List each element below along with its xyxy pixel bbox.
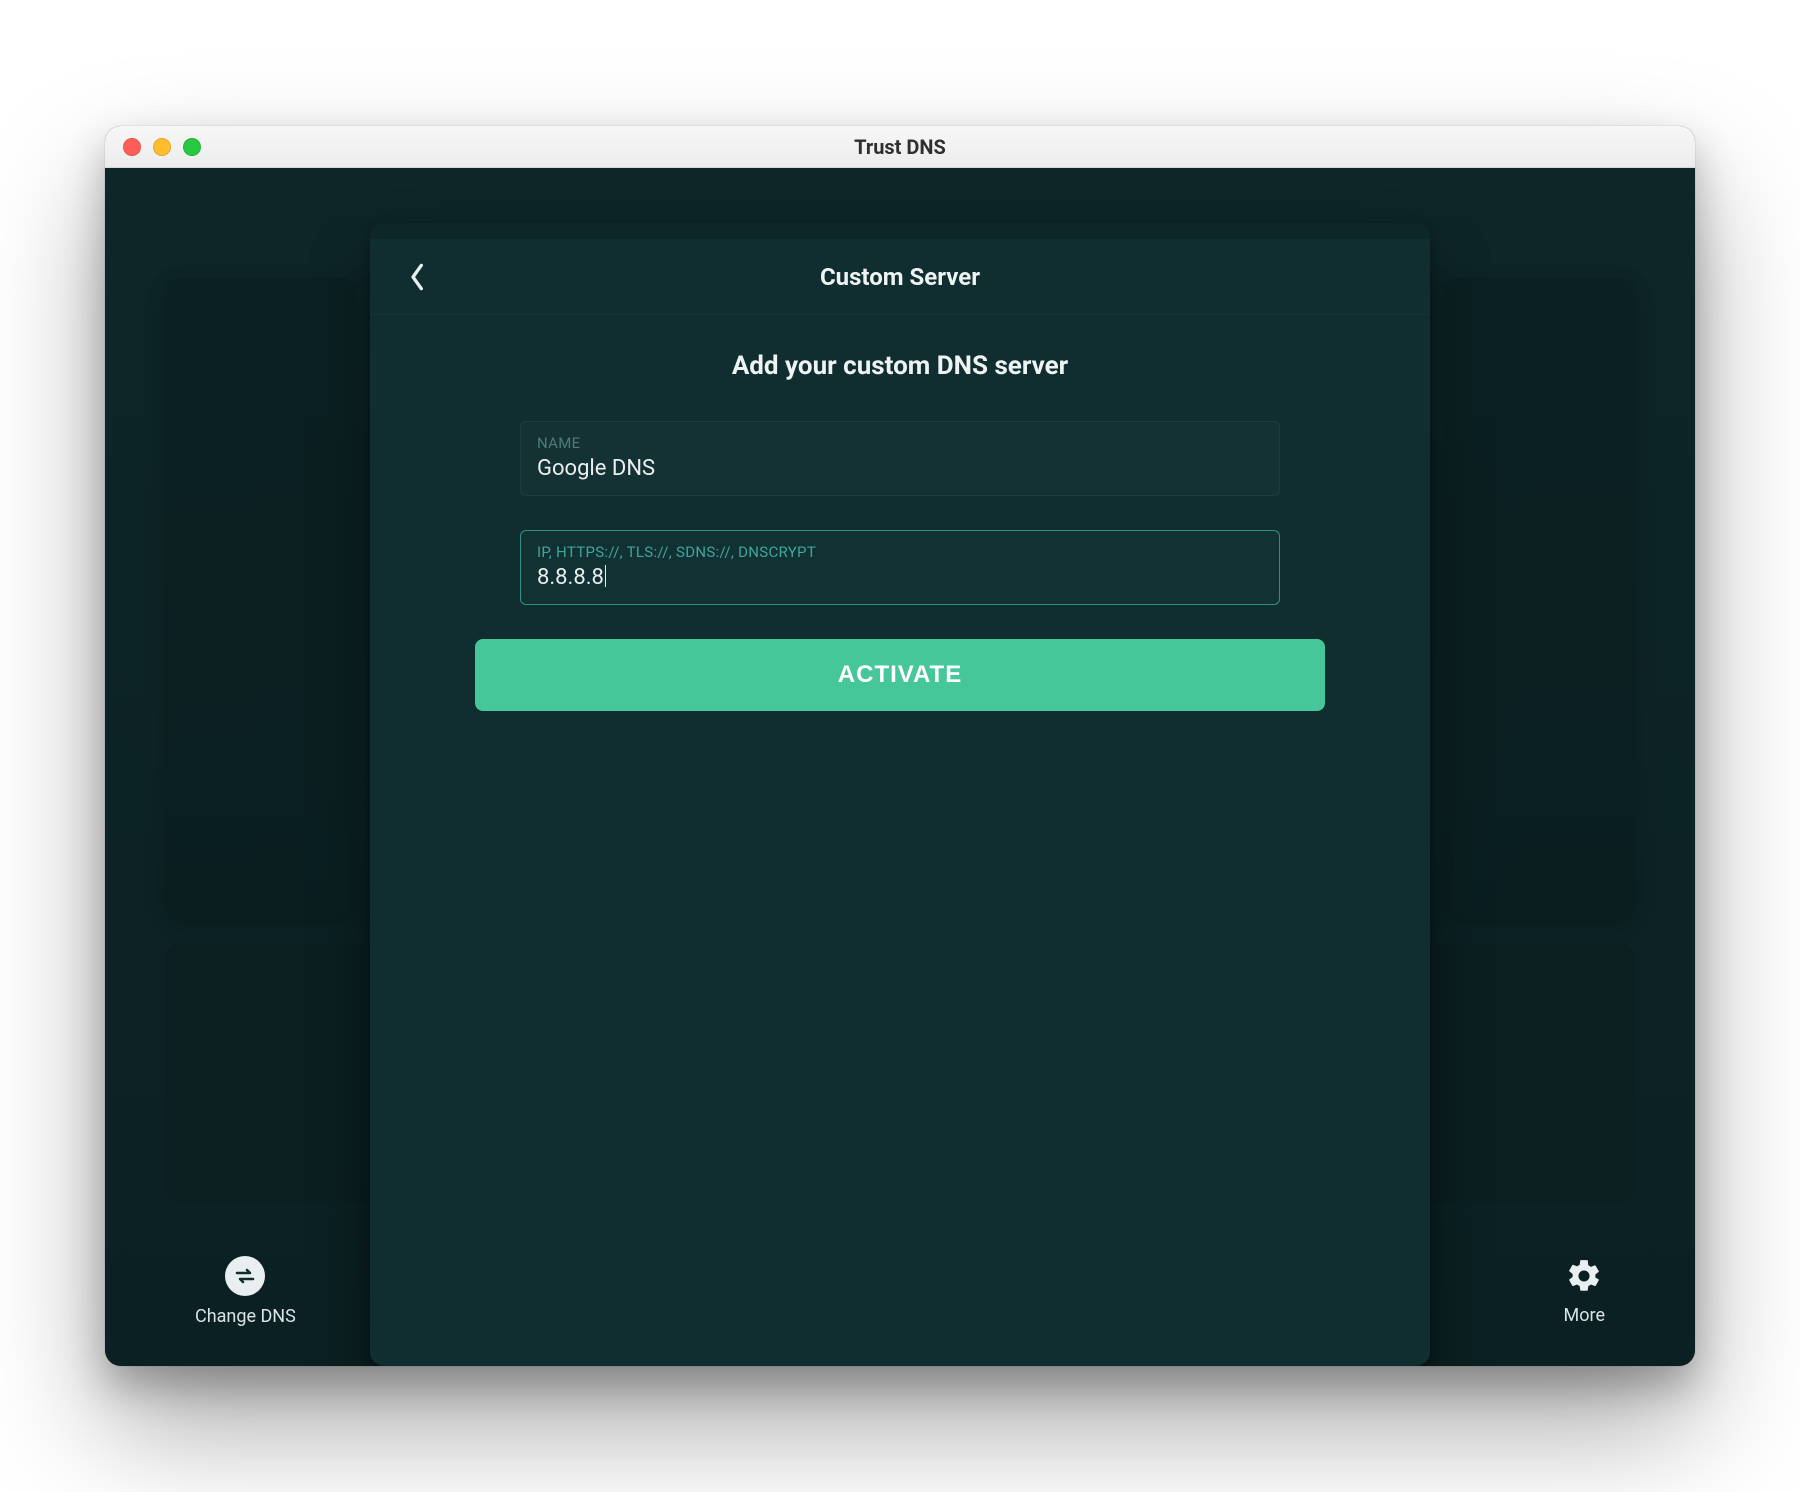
- modal-subtitle: Add your custom DNS server: [430, 351, 1370, 381]
- gear-icon: [1565, 1257, 1603, 1295]
- name-input[interactable]: [537, 456, 1263, 481]
- app-body: Custom Server Add your custom DNS server…: [105, 168, 1695, 1366]
- modal-title: Custom Server: [820, 263, 980, 291]
- text-caret: [605, 565, 607, 587]
- titlebar: Trust DNS: [105, 126, 1695, 168]
- address-input[interactable]: 8.8.8.8: [537, 565, 604, 590]
- modal-header: Custom Server: [370, 239, 1430, 315]
- address-field-label: IP, HTTPS://, TLS://, SDNS://, DNSCRYPT: [537, 543, 1263, 561]
- app-window: Trust DNS Custom Server: [105, 126, 1695, 1366]
- more-button[interactable]: More: [1564, 1257, 1605, 1326]
- more-label: More: [1564, 1305, 1605, 1326]
- back-button[interactable]: [398, 257, 438, 297]
- change-dns-label: Change DNS: [195, 1306, 296, 1327]
- bottom-toolbar: Change DNS More: [105, 1236, 1695, 1366]
- activate-button[interactable]: ACTIVATE: [475, 639, 1325, 711]
- swap-icon: [225, 1256, 265, 1296]
- name-field-label: NAME: [537, 434, 1263, 452]
- change-dns-button[interactable]: Change DNS: [195, 1256, 296, 1327]
- address-field[interactable]: IP, HTTPS://, TLS://, SDNS://, DNSCRYPT …: [520, 530, 1280, 605]
- chevron-left-icon: [408, 262, 428, 292]
- name-field[interactable]: NAME: [520, 421, 1280, 496]
- custom-server-modal: Custom Server Add your custom DNS server…: [370, 223, 1430, 1366]
- window-title: Trust DNS: [105, 135, 1695, 159]
